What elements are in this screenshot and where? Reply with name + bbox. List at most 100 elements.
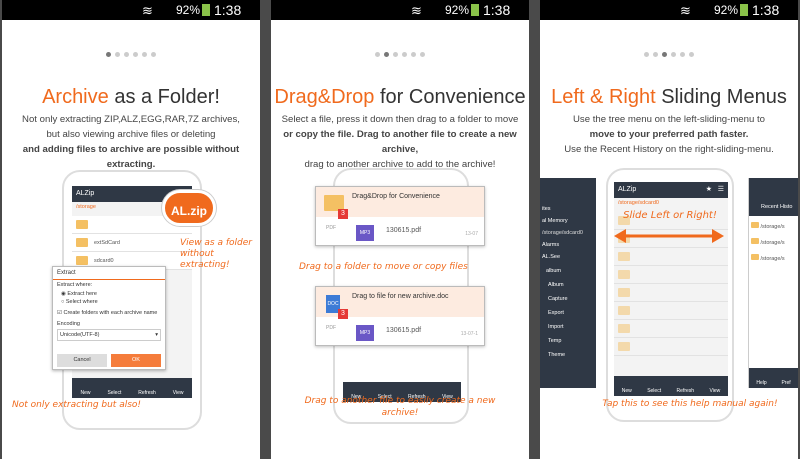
list-item[interactable] bbox=[614, 248, 728, 266]
refresh-button[interactable]: Refresh bbox=[138, 390, 156, 396]
note-slide: Slide Left or Right! bbox=[623, 210, 717, 221]
note-not-only-extracting: Not only extracting but also! bbox=[12, 400, 142, 410]
select-button[interactable]: Select bbox=[647, 388, 661, 394]
where-label: Extract where: bbox=[57, 282, 93, 288]
new-button[interactable]: New bbox=[80, 390, 90, 396]
page-title: Archive as a Folder! bbox=[42, 86, 220, 108]
status-bar: ≋ 92% 1:38 PM bbox=[540, 0, 798, 34]
menu-item[interactable]: Import bbox=[540, 316, 596, 330]
battery-percent: 92% bbox=[176, 3, 201, 17]
history-item[interactable]: /storage/s bbox=[751, 238, 785, 246]
create-folders-checkbox[interactable]: ☑ Create folders with each archive name bbox=[53, 306, 165, 320]
card-title: Drag&Drop for Convenience bbox=[352, 193, 440, 200]
battery-percent: 92% bbox=[445, 3, 470, 17]
note-view-folder: View as a folder without extracting! bbox=[180, 238, 252, 270]
menu-item[interactable]: Album bbox=[540, 274, 596, 288]
cancel-button[interactable]: Cancel bbox=[57, 354, 107, 367]
wifi-icon: ≋ bbox=[142, 3, 153, 18]
new-button[interactable]: New bbox=[622, 388, 632, 394]
view-button[interactable]: View bbox=[710, 388, 721, 394]
card-title: Drag to file for new archive.doc bbox=[352, 293, 449, 300]
note-drag-folder: Drag to a folder to move or copy files bbox=[299, 262, 468, 272]
history-item[interactable]: /storage/s bbox=[751, 254, 785, 262]
history-item[interactable]: /storage/s bbox=[751, 222, 785, 230]
description: Select a file, press it down then drag t… bbox=[281, 114, 519, 170]
encoding-select[interactable]: Unicode(UTF-8) ▾ bbox=[57, 329, 161, 341]
mp3-icon: MP3 bbox=[356, 225, 374, 241]
left-sliding-menu: ites al Memory /storage/sdcard0 Alarms A… bbox=[540, 178, 596, 388]
encoding-label: Encoding bbox=[57, 321, 80, 327]
drag-card-folder[interactable]: 3 Drag&Drop for Convenience PDF MP3 1306… bbox=[315, 186, 485, 246]
phone-frame: ALZip ☰ ★ /storage/sdcard0 New Select Refr… bbox=[606, 168, 734, 422]
right-sliding-menu: Recent Histo /storage/s /storage/s /stor… bbox=[748, 178, 798, 388]
bottom-toolbar: New Select Refresh View bbox=[614, 376, 728, 396]
wifi-icon: ≋ bbox=[411, 3, 422, 18]
bottom-toolbar: New Select Refresh View bbox=[72, 378, 192, 398]
mp3-icon: MP3 bbox=[356, 325, 374, 341]
menu-item[interactable]: Export bbox=[540, 302, 596, 316]
status-bar: ≋ 92% 1:38 PM bbox=[2, 0, 260, 34]
pdf-icon: PDF bbox=[326, 325, 336, 331]
zip-badge: AL.zip bbox=[162, 190, 216, 226]
preferences-button[interactable]: Pref bbox=[781, 380, 790, 386]
panel-drag-drop: ≋ 92% 1:38 PM Drag&Drop for Convenience … bbox=[271, 0, 529, 459]
count-badge: 3 bbox=[338, 309, 348, 319]
help-button[interactable]: Help bbox=[756, 380, 766, 386]
menu-item[interactable]: ites bbox=[540, 178, 596, 212]
star-icon[interactable]: ★ bbox=[706, 185, 712, 193]
note-new-archive: Drag to another file to easily create a … bbox=[304, 396, 496, 418]
menu-item[interactable]: /storage/sdcard0 bbox=[540, 224, 596, 236]
menu-item[interactable]: Capture bbox=[540, 288, 596, 302]
count-badge: 3 bbox=[338, 209, 348, 219]
menu-item[interactable]: album bbox=[540, 260, 596, 274]
radio-extract-here[interactable]: ◉ Extract here bbox=[53, 290, 165, 298]
note-tap-help: Tap this to see this help manual again! bbox=[602, 399, 778, 409]
menu-item[interactable]: Theme bbox=[540, 344, 596, 358]
description: Use the tree menu on the left-sliding-me… bbox=[564, 114, 774, 155]
app-bar: ALZip ☰ ★ bbox=[614, 182, 728, 198]
menu-item[interactable]: AL.See bbox=[540, 248, 596, 260]
menu-item[interactable]: Alarms bbox=[540, 236, 596, 248]
path-bar[interactable]: /storage/sdcard0 bbox=[618, 200, 659, 206]
list-item[interactable] bbox=[614, 284, 728, 302]
page-title: Left & Right Sliding Menus bbox=[551, 86, 787, 108]
list-item[interactable] bbox=[614, 338, 728, 356]
ok-button[interactable]: OK bbox=[111, 354, 161, 367]
status-bar: ≋ 92% 1:38 PM bbox=[271, 0, 529, 34]
menu-icon[interactable]: ☰ bbox=[718, 185, 724, 193]
description: Not only extracting ZIP,ALZ,EGG,RAR,7Z a… bbox=[22, 114, 240, 170]
dialog-title: Extract bbox=[53, 267, 165, 280]
list-item[interactable] bbox=[614, 266, 728, 284]
clock: 1:38 PM bbox=[214, 2, 242, 34]
recent-history-title: Recent Histo bbox=[761, 204, 793, 210]
battery-percent: 92% bbox=[714, 3, 739, 17]
file-date: 13-07 bbox=[465, 231, 478, 237]
battery-icon bbox=[471, 4, 479, 16]
pdf-icon: PDF bbox=[326, 225, 336, 231]
path-bar[interactable]: /storage bbox=[76, 204, 96, 210]
list-item[interactable] bbox=[614, 302, 728, 320]
page-title: Drag&Drop for Convenience bbox=[274, 86, 526, 108]
menu-item[interactable]: Temp bbox=[540, 330, 596, 344]
list-item[interactable] bbox=[614, 320, 728, 338]
file-name: 130615.pdf bbox=[386, 227, 422, 234]
stage: ≋ 92% 1:38 PM Archive as a Folder! Not o… bbox=[0, 0, 800, 459]
double-arrow-icon bbox=[614, 229, 724, 243]
battery-icon bbox=[202, 4, 210, 16]
extract-dialog: Extract Extract where: ◉ Extract here ○ … bbox=[52, 266, 166, 370]
select-button[interactable]: Select bbox=[107, 390, 121, 396]
drag-card-file[interactable]: DOC 3 Drag to file for new archive.doc P… bbox=[315, 286, 485, 346]
page-indicator bbox=[271, 44, 529, 62]
radio-select-where[interactable]: ○ Select where bbox=[53, 298, 165, 306]
menu-item[interactable]: al Memory bbox=[540, 212, 596, 224]
clock: 1:38 PM bbox=[752, 2, 780, 34]
view-button[interactable]: View bbox=[173, 390, 184, 396]
clock: 1:38 PM bbox=[483, 2, 511, 34]
file-name: 130615.pdf bbox=[386, 327, 422, 334]
wifi-icon: ≋ bbox=[680, 3, 691, 18]
refresh-button[interactable]: Refresh bbox=[677, 388, 695, 394]
battery-icon bbox=[740, 4, 748, 16]
list-item[interactable]: extSdCard bbox=[72, 234, 192, 252]
page-indicator bbox=[540, 44, 798, 62]
panel-sliding-menus: ≋ 92% 1:38 PM Left & Right Sliding Menus… bbox=[540, 0, 798, 459]
